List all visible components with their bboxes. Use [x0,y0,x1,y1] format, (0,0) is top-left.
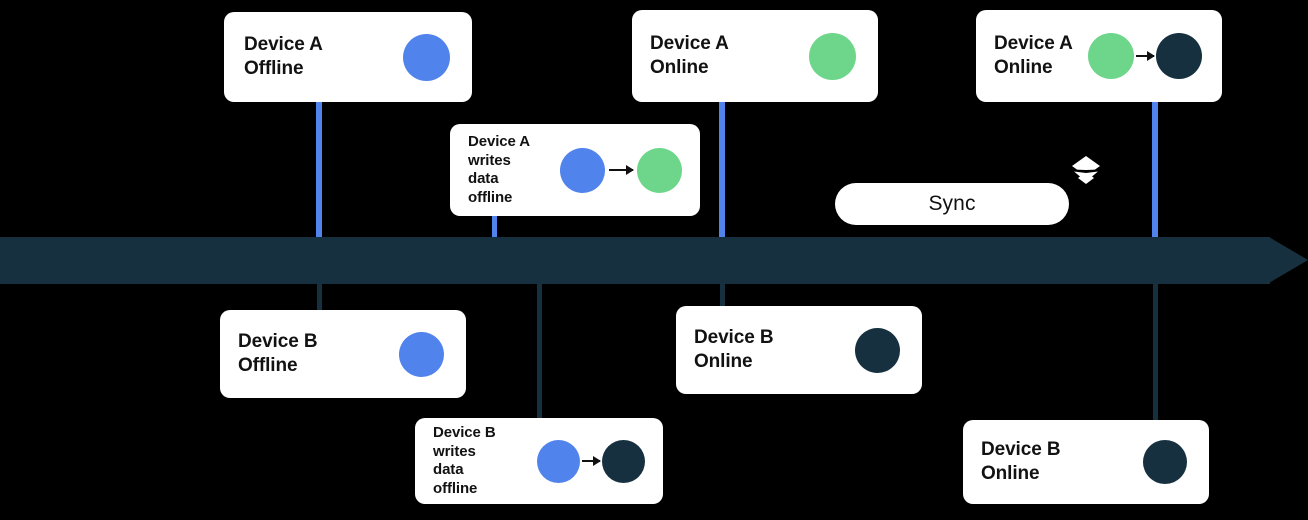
sync-label: Sync [928,192,976,215]
status-dot-blue [537,439,580,483]
transition-arrow-icon [609,165,634,175]
status-dot-navy [855,327,900,373]
card-device-a-online[interactable]: Device A Online [632,10,878,102]
card-device-a-writes-offline-label: Device A writes data offline [468,133,531,206]
card-device-b-offline-visual [399,331,444,377]
card-device-b-offline[interactable]: Device B Offline [220,310,466,398]
connector-device-b-online [720,280,725,308]
card-device-b-online-synced[interactable]: Device B Online [963,420,1209,504]
card-device-b-offline-label: Device B Offline [238,331,318,376]
status-dot-green [809,32,856,80]
status-dot-blue [403,33,450,81]
sync-pill[interactable]: Sync [835,183,1069,225]
card-device-b-online-visual [855,327,900,373]
card-device-a-offline[interactable]: Device A Offline [224,12,472,102]
status-dot-navy [1156,33,1202,79]
status-dot-navy [1143,440,1187,484]
card-device-b-writes-offline-label: Device B writes data offline [433,424,496,497]
status-dot-navy [602,439,645,483]
card-device-b-writes-offline-visual [537,439,645,483]
connector-device-b-online-synced [1153,280,1158,422]
transition-arrow-icon [1136,51,1155,61]
status-dot-blue [399,331,444,377]
card-device-a-online-synced[interactable]: Device A Online [976,10,1222,102]
card-device-a-offline-visual [403,33,450,81]
connector-device-b-writes-offline [537,280,542,422]
timeline-arrow-head [1269,237,1308,283]
card-device-a-offline-label: Device A Offline [244,34,323,79]
card-device-a-writes-offline-visual [560,147,682,193]
connector-device-a-online-synced [1152,100,1158,240]
status-dot-green [637,147,682,193]
card-device-a-online-visual [809,32,856,80]
connector-device-b-offline [317,280,322,312]
transition-arrow-icon [582,456,601,466]
card-device-a-online-synced-visual [1088,33,1202,79]
card-device-b-online[interactable]: Device B Online [676,306,922,394]
card-device-b-online-synced-visual [1143,440,1187,484]
connector-device-a-online [719,100,725,240]
card-device-b-online-synced-label: Device B Online [981,439,1061,484]
card-device-b-writes-offline[interactable]: Device B writes data offline [415,418,663,504]
card-device-a-online-synced-label: Device A Online [994,33,1073,78]
status-dot-green [1088,33,1134,79]
card-device-b-online-label: Device B Online [694,327,774,372]
card-device-a-writes-offline[interactable]: Device A writes data offline [450,124,700,216]
connector-device-a-offline [316,100,322,240]
offline-sync-timeline-diagram: Device A Offline Device A writes data of… [0,0,1308,520]
card-device-a-online-label: Device A Online [650,33,729,78]
layers-icon [1072,156,1100,184]
timeline-bar [0,237,1270,284]
status-dot-blue [560,147,605,193]
